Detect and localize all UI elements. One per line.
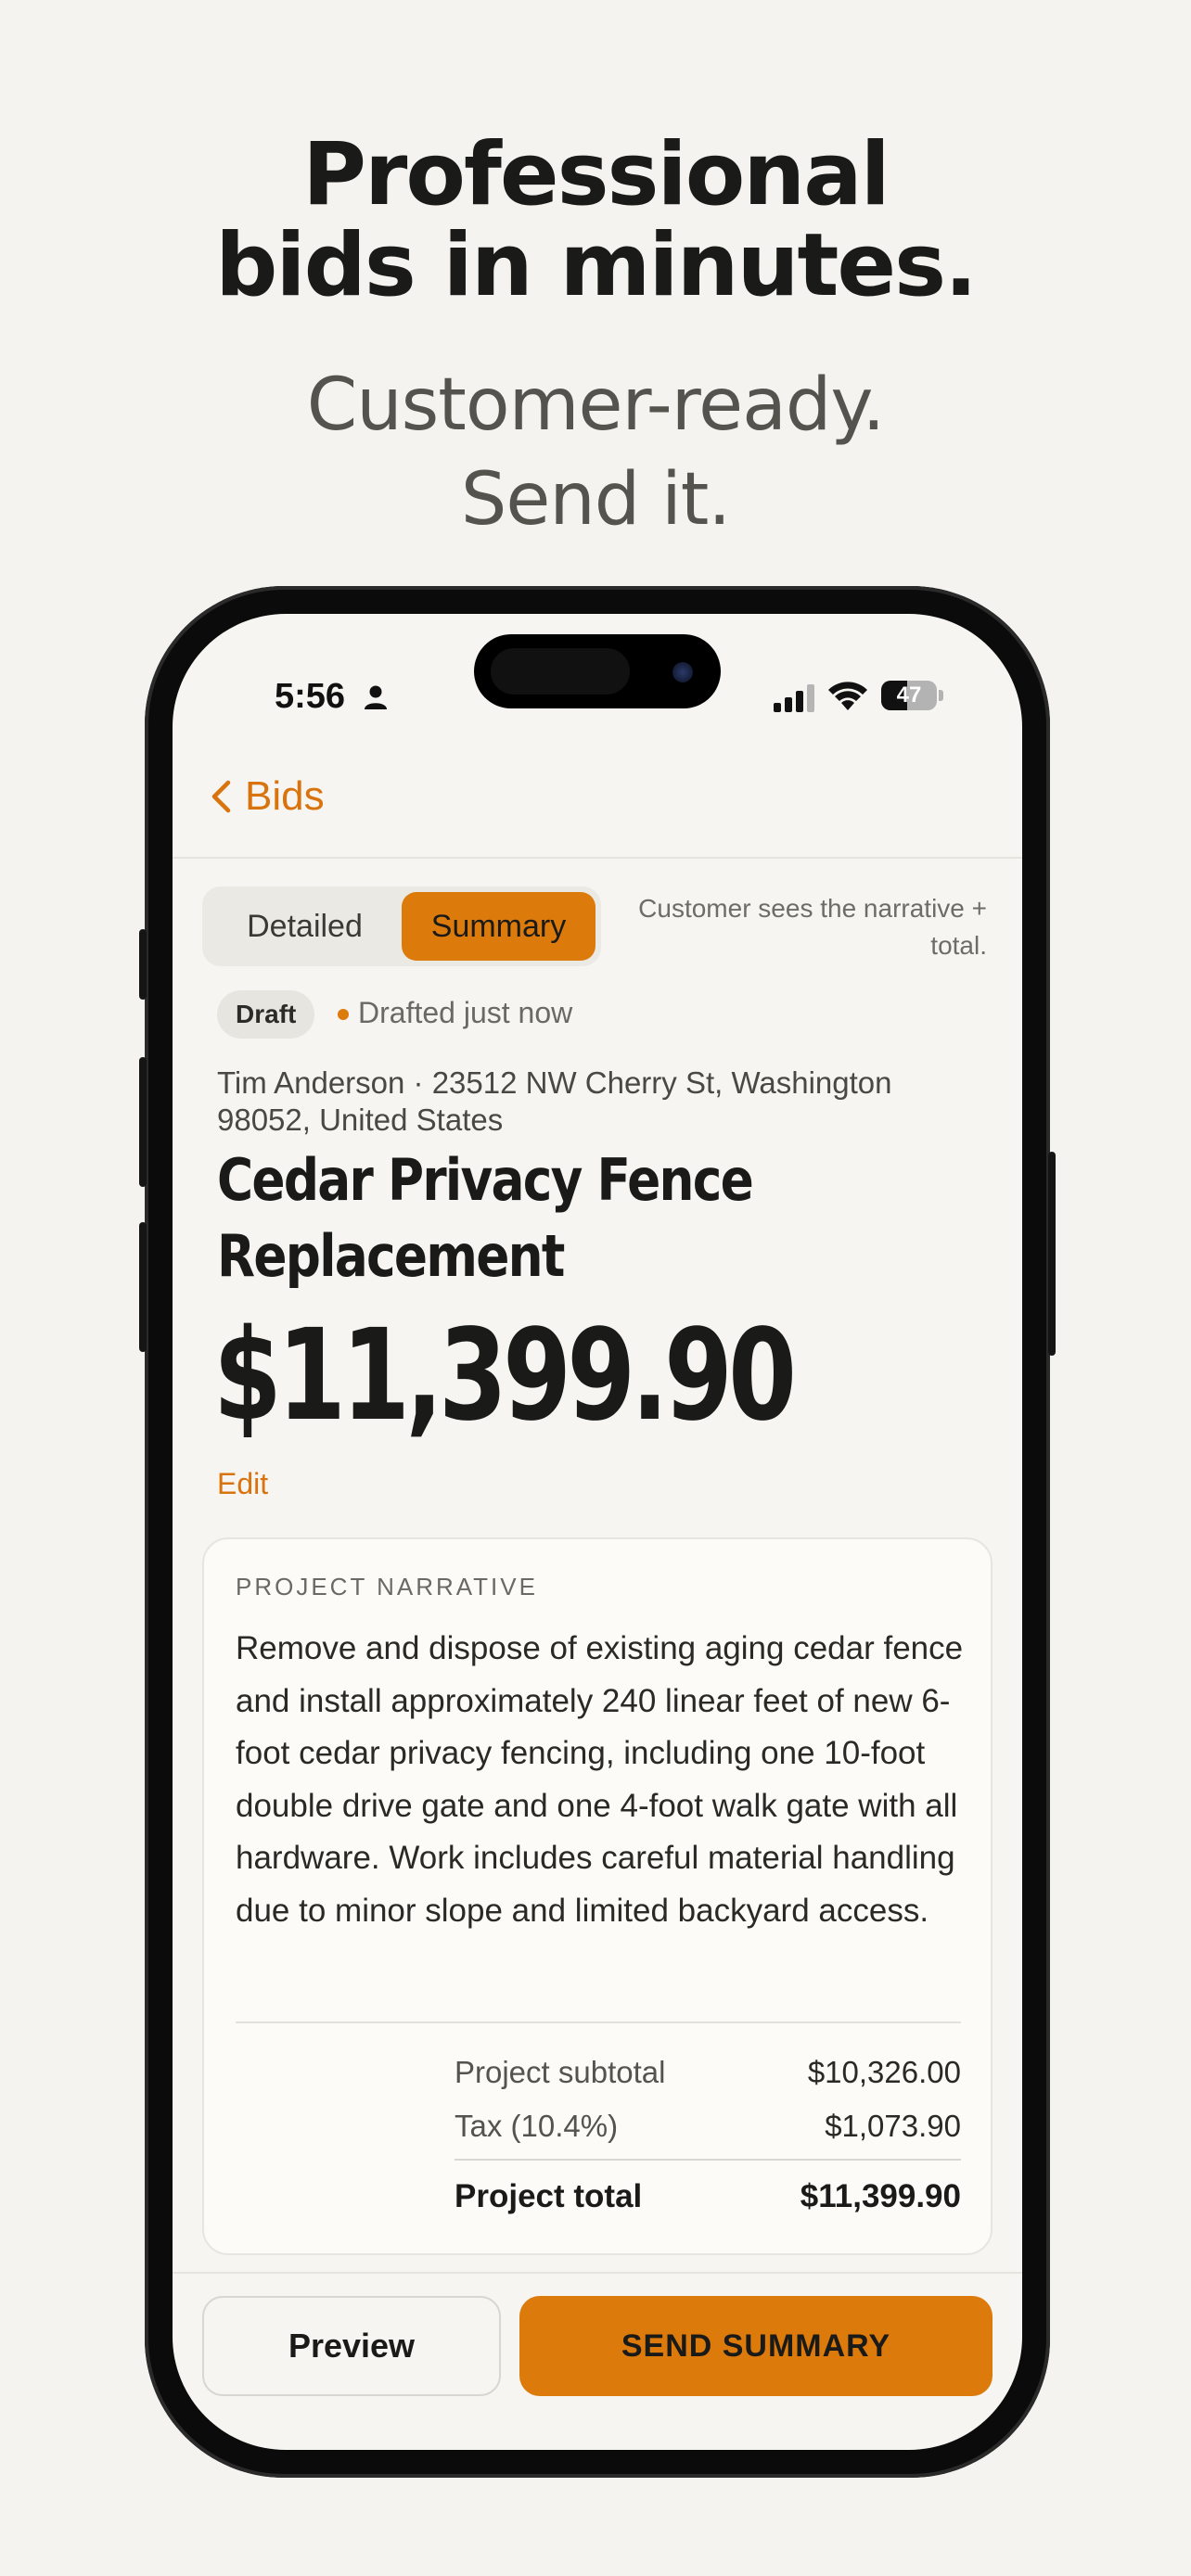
project-title: Cedar Privacy Fence Replacement: [217, 1146, 754, 1290]
nav-divider: [173, 857, 1022, 859]
chevron-left-icon: [211, 780, 231, 813]
status-dot: [338, 1009, 349, 1020]
dynamic-island: [474, 634, 721, 708]
battery-indicator: 47: [881, 681, 937, 710]
subtotal-row: Project subtotal $10,326.00: [455, 2046, 961, 2099]
app-screen: 5:56 47 Bids Detailed Summary Customer s…: [173, 614, 1022, 2450]
power-button: [1048, 1152, 1056, 1356]
narrative-body: Remove and dispose of existing aging ced…: [236, 1630, 964, 1929]
subtotal-value: $10,326.00: [807, 2055, 961, 2089]
back-label: Bids: [245, 773, 325, 819]
island-sensor: [491, 648, 630, 695]
narrative-card: PROJECT NARRATIVE Remove and dispose of …: [202, 1537, 992, 2255]
totals-divider: [455, 2159, 961, 2161]
tab-summary[interactable]: Summary: [402, 892, 596, 961]
person-icon: [365, 685, 387, 709]
preview-button[interactable]: Preview: [202, 2296, 501, 2396]
front-camera: [672, 662, 693, 682]
wifi-icon: [828, 682, 867, 710]
battery-percent: 47: [896, 682, 922, 708]
total-value: $11,399.90: [800, 2178, 961, 2214]
edit-link[interactable]: Edit: [217, 1467, 268, 1501]
status-badge: Draft: [217, 990, 315, 1039]
view-toggle-hint: Customer sees the narrative + total.: [638, 894, 987, 960]
bid-total: $11,399.90: [213, 1303, 797, 1449]
total-row: Project total $11,399.90: [455, 2170, 961, 2224]
hero-title: Professional bids in minutes.: [0, 130, 1191, 312]
send-summary-button[interactable]: SEND SUMMARY: [519, 2296, 992, 2396]
tax-row: Tax (10.4%) $1,073.90: [455, 2099, 961, 2153]
hero-subtitle-line-1: Customer-ready.: [306, 363, 886, 447]
hero-subtitle-line-2: Send it.: [460, 458, 731, 542]
card-divider: [236, 2021, 961, 2023]
volume-down-button: [139, 1222, 147, 1352]
totals-summary: Project subtotal $10,326.00 Tax (10.4%) …: [455, 2046, 961, 2224]
hero-title-line-1: Professional: [302, 124, 890, 225]
view-toggle: Detailed Summary: [202, 886, 601, 966]
phone-frame: 5:56 47 Bids Detailed Summary Customer s…: [139, 586, 1056, 2478]
status-time: 5:56: [275, 677, 346, 716]
back-button[interactable]: Bids: [210, 773, 325, 820]
volume-up-button: [139, 1057, 147, 1187]
tab-detailed[interactable]: Detailed: [208, 892, 402, 961]
tax-label: Tax (10.4%): [455, 2109, 619, 2143]
subtotal-label: Project subtotal: [455, 2055, 666, 2089]
customer-info: Tim Anderson · 23512 NW Cherry St, Washi…: [217, 1065, 892, 1137]
bottom-divider: [173, 2272, 1022, 2274]
hero-title-line-2: bids in minutes.: [215, 215, 978, 316]
narrative-label: PROJECT NARRATIVE: [236, 1573, 538, 1600]
battery-cap: [939, 690, 943, 701]
drafted-timestamp: Drafted just now: [358, 996, 573, 1029]
action-button: [139, 929, 147, 1000]
cellular-signal-icon: [774, 684, 814, 712]
hero-subtitle: Customer-ready. Send it.: [0, 358, 1191, 547]
total-label: Project total: [455, 2178, 643, 2214]
tax-value: $1,073.90: [825, 2109, 961, 2143]
